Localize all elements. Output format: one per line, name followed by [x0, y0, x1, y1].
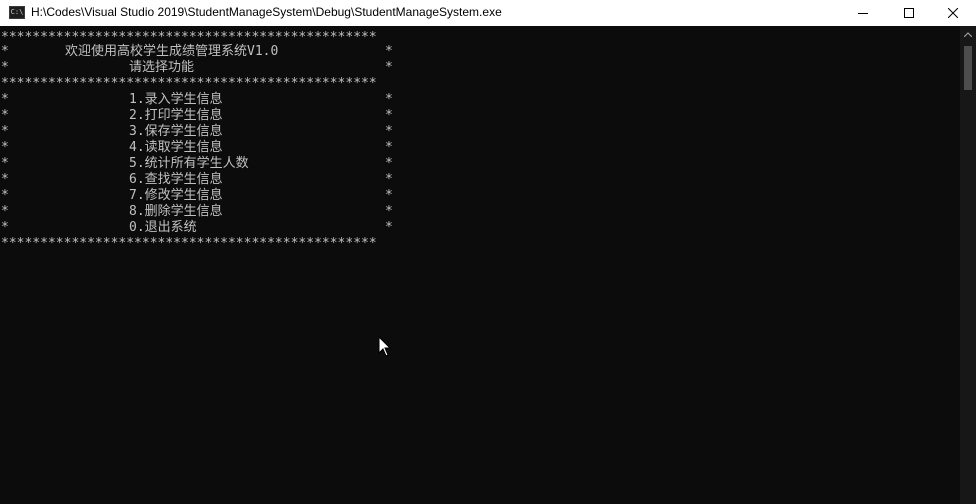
welcome-line: * 欢迎使用高校学生成绩管理系统V1.0 * — [1, 44, 401, 60]
menu-item: 0.退出系统 — [129, 220, 197, 235]
border-star: * — [385, 156, 393, 171]
border-star: * — [385, 140, 393, 155]
menu-item: 5.统计所有学生人数 — [129, 156, 249, 171]
border-star: * — [385, 204, 393, 219]
menu-line: * 1.录入学生信息 * — [1, 92, 401, 108]
scroll-thumb[interactable] — [964, 46, 972, 90]
border-line-bottom: ****************************************… — [1, 236, 377, 251]
menu-item: 7.修改学生信息 — [129, 188, 223, 203]
minimize-button[interactable] — [840, 0, 886, 26]
menu-line: * 5.统计所有学生人数 * — [1, 156, 401, 172]
border-star: * — [1, 172, 9, 187]
border-star: * — [1, 44, 9, 59]
border-star: * — [1, 108, 9, 123]
border-star: * — [1, 188, 9, 203]
title-bar[interactable]: C:\ H:\Codes\Visual Studio 2019\StudentM… — [0, 0, 976, 26]
border-star: * — [385, 124, 393, 139]
menu-item: 6.查找学生信息 — [129, 172, 223, 187]
border-star: * — [385, 92, 393, 107]
border-line-mid: ****************************************… — [1, 76, 377, 91]
border-star: * — [1, 140, 9, 155]
scroll-up-button[interactable] — [960, 26, 976, 42]
mouse-pointer-icon — [378, 336, 392, 357]
border-star: * — [385, 188, 393, 203]
maximize-icon — [904, 8, 914, 18]
menu-line: * 3.保存学生信息 * — [1, 124, 401, 140]
menu-item: 8.删除学生信息 — [129, 204, 223, 219]
menu-item: 3.保存学生信息 — [129, 124, 223, 139]
menu-line: * 4.读取学生信息 * — [1, 140, 401, 156]
border-star: * — [385, 172, 393, 187]
maximize-button[interactable] — [886, 0, 932, 26]
console-window: C:\ H:\Codes\Visual Studio 2019\StudentM… — [0, 0, 976, 504]
border-star: * — [1, 92, 9, 107]
menu-line: * 8.删除学生信息 * — [1, 204, 401, 220]
prompt-line: * 请选择功能 * — [1, 60, 401, 76]
menu-item: 4.读取学生信息 — [129, 140, 223, 155]
menu-item: 2.打印学生信息 — [129, 108, 223, 123]
border-star: * — [385, 60, 393, 75]
menu-line: * 0.退出系统 * — [1, 220, 401, 236]
border-star: * — [385, 44, 393, 59]
menu-line: * 7.修改学生信息 * — [1, 188, 401, 204]
vertical-scrollbar[interactable] — [960, 26, 976, 504]
border-star: * — [385, 220, 393, 235]
close-icon — [948, 8, 958, 18]
console-output[interactable]: ****************************************… — [0, 26, 960, 504]
menu-item: 1.录入学生信息 — [129, 92, 223, 107]
scroll-up-arrow-icon — [964, 31, 972, 37]
close-button[interactable] — [930, 0, 976, 26]
minimize-icon — [858, 13, 868, 14]
menu-line: * 6.查找学生信息 * — [1, 172, 401, 188]
border-star: * — [1, 204, 9, 219]
border-star: * — [385, 108, 393, 123]
border-star: * — [1, 220, 9, 235]
border-star: * — [1, 124, 9, 139]
welcome-text: 欢迎使用高校学生成绩管理系统V1.0 — [65, 44, 279, 59]
window-title: H:\Codes\Visual Studio 2019\StudentManag… — [31, 5, 502, 19]
menu-line: * 2.打印学生信息 * — [1, 108, 401, 124]
prompt-text: 请选择功能 — [129, 60, 195, 75]
border-star: * — [1, 156, 9, 171]
border-star: * — [1, 60, 9, 75]
console-app-icon: C:\ — [9, 6, 25, 19]
